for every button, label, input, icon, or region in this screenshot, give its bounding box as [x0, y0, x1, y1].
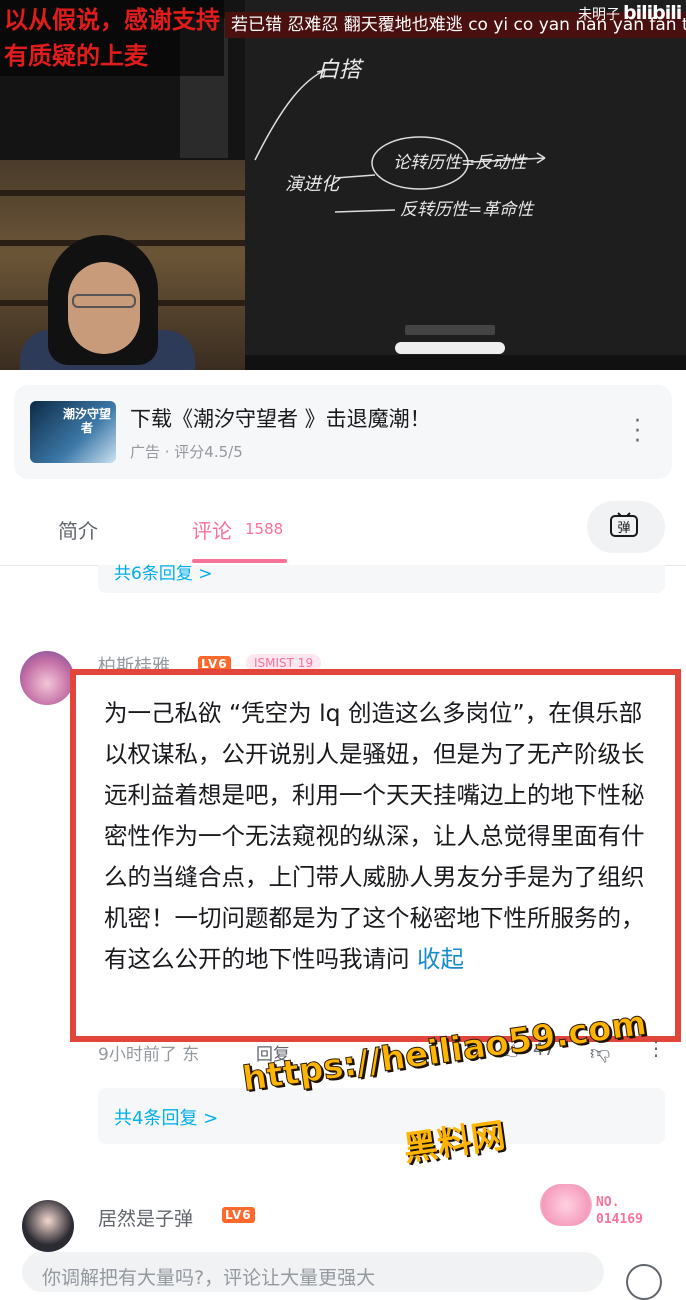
danmaku-icon: 弹 [610, 512, 638, 537]
level-badge: LV6 [222, 1207, 255, 1223]
ad-thumbnail-text: 潮汐守望者 [62, 407, 111, 435]
more-vertical-icon[interactable]: ⋮ [646, 1036, 666, 1060]
comment-text: 为一己私欲 “凭空为 lq 创造这么多岗位”，在俱乐部以权谋私，公开说别人是骚妞… [104, 699, 645, 973]
collapse-link[interactable]: 收起 [417, 945, 464, 973]
overlay-line: 以从假说，感谢支持 [4, 6, 220, 34]
decoration-card-figure [540, 1184, 592, 1226]
danmaku-toggle-button[interactable]: 弹 [587, 501, 665, 553]
comment-input[interactable]: 你调解把有大量吗?，评论让大量更强大 [22, 1252, 604, 1292]
decoration-number-label: NO. [596, 1195, 620, 1210]
reply-summary-box[interactable]: 共4条回复 > [98, 1088, 665, 1144]
video-player[interactable]: 白搭 演进化 论转历性=反动性 反转历性=革命性 若已错 忍难忍 翻天覆地也难逃… [0, 0, 686, 370]
highlighted-comment-box: 为一己私欲 “凭空为 lq 创造这么多岗位”，在俱乐部以权谋私，公开说别人是骚妞… [70, 669, 681, 1042]
tab-intro[interactable]: 简介 [58, 515, 98, 544]
ad-subtitle: 广告 · 评分4.5/5 [130, 443, 243, 461]
view-replies-link[interactable]: 共4条回复 > [114, 1104, 218, 1130]
overlay-line: 有质疑的上麦 [4, 42, 148, 70]
more-vertical-icon[interactable]: · · · [634, 411, 641, 453]
streamer-face [68, 262, 140, 354]
avatar[interactable] [22, 1200, 74, 1252]
ad-card[interactable]: 潮汐守望者 下载《潮汐守望者 》击退魔潮！ 广告 · 评分4.5/5 · · · [14, 385, 672, 479]
tab-bar: 简介 评论 1588 弹 [0, 493, 686, 566]
avatar[interactable] [20, 651, 74, 705]
comment-body: 为一己私欲 “凭空为 lq 创造这么多岗位”，在俱乐部以权谋私，公开说别人是骚妞… [104, 693, 662, 980]
streamer-glasses [72, 294, 136, 308]
video-overlay-text: 以从假说，感谢支持 有质疑的上麦 [0, 0, 224, 76]
comment-count: 1588 [245, 520, 284, 538]
decoration-card-number: NO. 014169 [596, 1194, 643, 1228]
whiteboard: 白搭 演进化 论转历性=反动性 反转历性=革命性 [245, 0, 686, 370]
bilibili-logo: bilibili [623, 2, 682, 24]
emoji-button[interactable] [626, 1264, 662, 1300]
board-note: 反转历性=革命性 [400, 200, 534, 220]
ad-title: 下载《潮汐守望者 》击退魔潮！ [130, 407, 431, 431]
danmaku-glyph: 弹 [617, 521, 630, 536]
decoration-number-value: 014169 [596, 1212, 643, 1227]
view-replies-link[interactable]: 共6条回复 > [114, 559, 212, 584]
reply-summary-box[interactable]: 共6条回复 > [98, 564, 665, 593]
board-note: 白搭 [317, 58, 362, 83]
ad-thumbnail: 潮汐守望者 [30, 401, 116, 463]
uploader-watermark: 未明子 [578, 7, 620, 23]
board-note: 演进化 [285, 174, 339, 195]
board-note: 论转历性=反动性 [393, 153, 527, 173]
tab-comments[interactable]: 评论 [192, 515, 232, 544]
comment-input-placeholder: 你调解把有大量吗?，评论让大量更强大 [42, 1267, 376, 1289]
comment-timestamp: 9小时前了 东 [98, 1045, 200, 1065]
comment-username[interactable]: 居然是子弹 [98, 1204, 193, 1231]
desktop-taskbar [245, 355, 686, 370]
